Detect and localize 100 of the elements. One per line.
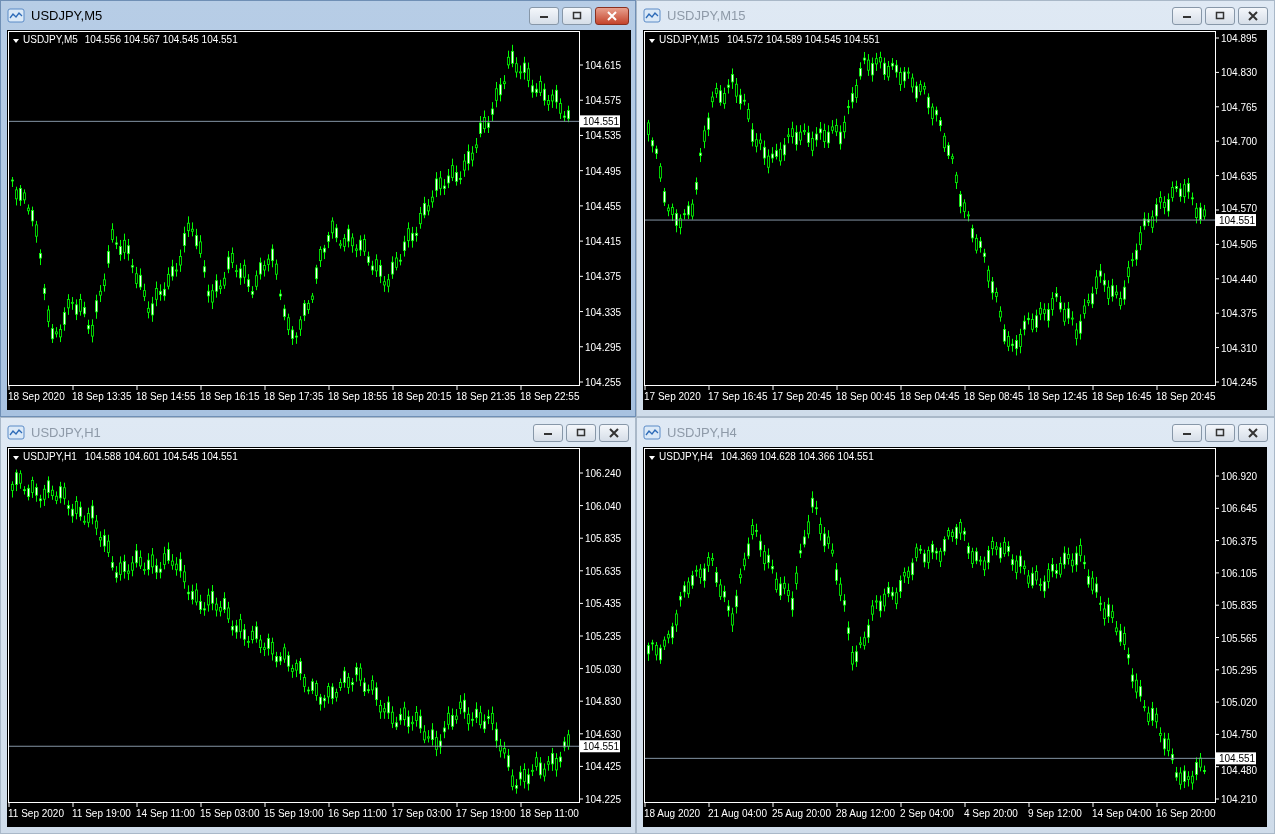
restore-button[interactable] [562,6,592,25]
dropdown-triangle-icon[interactable] [649,39,655,43]
price-tag: 104.551 [580,115,620,128]
price-axis-label: 104.310 [1221,342,1258,354]
quote-values: 104.369 104.628 104.366 104.551 [720,451,874,462]
window-title: USDJPY,H1 [31,425,101,440]
price-axis-label: 105.835 [1221,600,1258,612]
dropdown-triangle-icon[interactable] [13,39,19,43]
price-axis-label: 104.495 [585,165,622,177]
close-icon [1247,10,1259,21]
time-axis-label: 17 Sep 03:00 [392,808,452,819]
quote-values: 104.572 104.589 104.545 104.551 [727,34,880,45]
price-axis-label: 104.575 [585,95,622,107]
time-axis-label: 18 Sep 22:55 [520,391,580,402]
minimize-button[interactable] [1172,423,1202,442]
symbol-label: USDJPY,H1 [23,451,77,462]
price-axis-label: 104.245 [1221,377,1258,388]
time-axis-label: 18 Sep 21:35 [456,391,516,402]
price-axis-label: 106.040 [585,500,622,512]
price-axis-label: 106.920 [1221,471,1258,482]
time-axis-label: 16 Sep 20:00 [1156,808,1216,819]
restore-icon [575,427,587,438]
time-axis-label: 14 Sep 04:00 [1092,808,1152,819]
price-axis-label: 104.635 [1221,170,1258,182]
time-axis-label: 18 Sep 13:35 [72,391,132,402]
restore-icon [571,10,583,21]
time-axis-label: 18 Sep 16:45 [1092,391,1152,402]
dropdown-triangle-icon[interactable] [649,456,655,460]
time-axis-label: 21 Aug 04:00 [708,808,767,819]
time-axis-label: 11 Sep 19:00 [72,808,131,819]
symbol-label: USDJPY,M5 [23,34,78,45]
time-axis-label: 15 Sep 03:00 [200,808,260,819]
time-axis-label: 18 Sep 20:15 [392,391,452,402]
close-icon [608,427,620,438]
price-axis-label: 104.830 [585,696,622,708]
close-button[interactable] [1238,6,1268,25]
price-axis-label: 104.225 [585,794,622,805]
price-axis-label: 104.765 [1221,101,1258,113]
time-axis-label: 15 Sep 19:00 [264,808,324,819]
price-axis-label: 104.570 [1221,203,1258,215]
price-axis-label: 104.630 [585,728,622,740]
chart-window-icon [7,424,25,441]
price-axis-label: 106.375 [1221,535,1258,547]
window-title: USDJPY,M5 [31,8,103,23]
price-axis-label: 104.830 [1221,67,1258,79]
time-axis-label: 18 Sep 04:45 [900,391,960,402]
price-tag: 104.551 [1216,214,1256,227]
time-axis-label: 17 Sep 16:45 [708,391,768,402]
price-axis-label: 106.105 [1221,567,1258,579]
time-axis-label: 18 Sep 11:00 [520,808,579,819]
time-axis-label: 18 Sep 17:35 [264,391,324,402]
time-axis-label: 18 Sep 00:45 [836,391,896,402]
minimize-button[interactable] [529,6,559,25]
price-axis-label: 105.565 [1221,632,1258,644]
price-axis-label: 104.335 [585,306,622,318]
symbol-label: USDJPY,M15 [659,34,720,45]
price-axis-label: 105.295 [1221,664,1258,676]
price-axis-label: 105.835 [585,533,622,545]
close-button[interactable] [1238,423,1268,442]
price-axis-label: 104.375 [585,271,622,283]
restore-icon [1214,10,1226,21]
time-axis-label: 18 Sep 2020 [8,391,65,402]
close-button[interactable] [599,423,629,442]
price-axis-label: 104.615 [585,60,622,71]
price-axis-label: 105.020 [1221,697,1258,709]
time-axis-label: 9 Sep 12:00 [1028,808,1082,819]
restore-button[interactable] [566,423,596,442]
time-axis-label: 25 Aug 20:00 [772,808,831,819]
time-axis-label: 18 Sep 14:55 [136,391,196,402]
close-button[interactable] [595,6,629,25]
price-axis-label: 104.480 [1221,765,1258,777]
minimize-button[interactable] [1172,6,1202,25]
price-axis-label: 104.375 [1221,308,1258,320]
price-axis-label: 105.435 [585,598,622,610]
price-axis-label: 105.635 [585,565,622,577]
quote-values: 104.556 104.567 104.545 104.551 [84,34,238,45]
price-axis-label: 106.240 [585,468,622,479]
time-axis-label: 17 Sep 2020 [644,391,701,402]
price-axis-label: 104.505 [1221,239,1258,251]
price-axis-label: 104.255 [585,377,622,388]
price-axis-label: 104.295 [585,341,622,353]
chart-window-icon [643,7,661,24]
price-axis-label: 105.030 [585,663,622,675]
time-axis-label: 14 Sep 11:00 [136,808,195,819]
minimize-button[interactable] [533,423,563,442]
window-title: USDJPY,H4 [667,425,737,440]
time-axis-label: 17 Sep 20:45 [772,391,832,402]
time-axis-label: 18 Sep 12:45 [1028,391,1088,402]
close-icon [606,10,618,21]
dropdown-triangle-icon[interactable] [13,456,19,460]
time-axis-label: 2 Sep 04:00 [900,808,954,819]
time-axis-label: 18 Sep 08:45 [964,391,1024,402]
restore-button[interactable] [1205,6,1235,25]
price-tag: 104.551 [580,740,620,753]
restore-button[interactable] [1205,423,1235,442]
price-axis-label: 104.750 [1221,729,1258,741]
time-axis-label: 18 Sep 16:15 [200,391,260,402]
symbol-label: USDJPY,H4 [659,451,713,462]
restore-icon [1214,427,1226,438]
price-axis-label: 104.425 [585,761,622,773]
